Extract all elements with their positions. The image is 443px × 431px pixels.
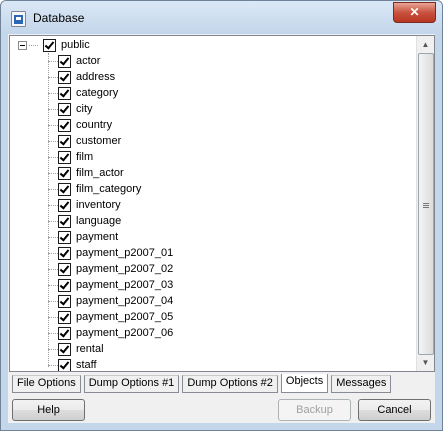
tree-item[interactable]: address — [58, 69, 115, 85]
grip-icon — [423, 203, 429, 204]
item-label: country — [76, 119, 113, 131]
tree-item[interactable]: language — [58, 213, 121, 229]
tree-root-row[interactable]: public — [14, 37, 90, 53]
vertical-scrollbar[interactable]: ▲ ▼ — [416, 36, 434, 371]
tree-connector-line — [48, 53, 49, 367]
tree-item[interactable]: payment_p2007_02 — [58, 261, 173, 277]
item-label: film_category — [76, 183, 142, 195]
scroll-down-icon[interactable]: ▼ — [417, 354, 434, 371]
item-label: payment — [76, 231, 119, 243]
tree-item[interactable]: inventory — [58, 197, 121, 213]
window-title: Database — [33, 11, 85, 25]
item-checkbox[interactable] — [58, 342, 71, 356]
tree-item[interactable]: city — [58, 101, 93, 117]
tab-dump-options-2[interactable]: Dump Options #2 — [182, 375, 278, 393]
item-label: address — [76, 71, 116, 83]
tab-objects[interactable]: Objects — [280, 374, 329, 393]
tree-item[interactable]: category — [58, 85, 118, 101]
tab-dump-options-1[interactable]: Dump Options #1 — [83, 375, 180, 393]
item-label: payment_p2007_05 — [76, 311, 174, 323]
tree-item[interactable]: film_actor — [58, 165, 124, 181]
tree-item[interactable]: staff — [58, 357, 97, 371]
item-label: staff — [76, 359, 97, 371]
tree-item[interactable]: payment_p2007_05 — [58, 309, 173, 325]
tree-item[interactable]: payment — [58, 229, 118, 245]
item-label: customer — [76, 135, 122, 147]
tree-item[interactable]: actor — [58, 53, 100, 69]
title-bar: Database ✕ — [1, 1, 442, 35]
tree-item[interactable]: payment_p2007_06 — [58, 325, 173, 341]
item-checkbox[interactable] — [58, 54, 71, 68]
root-checkbox[interactable] — [43, 38, 56, 52]
collapse-icon[interactable] — [18, 41, 27, 50]
item-checkbox[interactable] — [58, 182, 71, 196]
tree-list: public actor address category city country cu… — [10, 36, 415, 371]
tab-file-options[interactable]: File Options — [12, 375, 81, 393]
tree-item[interactable]: film_category — [58, 181, 141, 197]
item-label: payment_p2007_02 — [76, 263, 174, 275]
tree-item[interactable]: rental — [58, 341, 104, 357]
backup-button[interactable]: Backup — [278, 399, 351, 421]
item-checkbox[interactable] — [58, 118, 71, 132]
tree-item[interactable]: customer — [58, 133, 121, 149]
item-checkbox[interactable] — [58, 86, 71, 100]
item-checkbox[interactable] — [58, 262, 71, 276]
cancel-button[interactable]: Cancel — [358, 399, 431, 421]
tree-item[interactable]: film — [58, 149, 93, 165]
database-icon — [11, 11, 26, 27]
close-button[interactable]: ✕ — [393, 2, 436, 23]
item-checkbox[interactable] — [58, 102, 71, 116]
item-label: actor — [76, 55, 101, 67]
item-checkbox[interactable] — [58, 294, 71, 308]
item-checkbox[interactable] — [58, 246, 71, 260]
item-label: city — [76, 103, 93, 115]
tab-messages[interactable]: Messages — [331, 375, 392, 393]
objects-tree: public actor address category city country cu… — [9, 35, 435, 372]
item-label: payment_p2007_01 — [76, 247, 174, 259]
item-checkbox[interactable] — [58, 278, 71, 292]
item-label: category — [76, 87, 119, 99]
item-label: payment_p2007_04 — [76, 295, 174, 307]
tree-item[interactable]: payment_p2007_01 — [58, 245, 173, 261]
item-checkbox[interactable] — [58, 166, 71, 180]
item-label: payment_p2007_06 — [76, 327, 174, 339]
tree-item[interactable]: payment_p2007_03 — [58, 277, 173, 293]
item-checkbox[interactable] — [58, 134, 71, 148]
tree-item[interactable]: payment_p2007_04 — [58, 293, 173, 309]
close-icon: ✕ — [409, 5, 420, 19]
dialog-client-area: public actor address category city country cu… — [8, 34, 435, 423]
tree-connector-line — [29, 45, 38, 46]
item-label: payment_p2007_03 — [76, 279, 174, 291]
item-label: inventory — [76, 199, 121, 211]
scroll-thumb[interactable] — [418, 53, 434, 355]
item-checkbox[interactable] — [58, 198, 71, 212]
item-label: language — [76, 215, 122, 227]
item-checkbox[interactable] — [58, 70, 71, 84]
tab-strip: File Options Dump Options #1 Dump Options … — [12, 374, 394, 393]
database-dialog: Database ✕ public actor address category ci… — [0, 0, 443, 431]
item-checkbox[interactable] — [58, 150, 71, 164]
item-checkbox[interactable] — [58, 214, 71, 228]
item-checkbox[interactable] — [58, 326, 71, 340]
item-label: rental — [76, 343, 104, 355]
help-button[interactable]: Help — [12, 399, 85, 421]
item-checkbox[interactable] — [58, 230, 71, 244]
item-label: film_actor — [76, 167, 124, 179]
scroll-up-icon[interactable]: ▲ — [417, 36, 434, 53]
tree-item[interactable]: country — [58, 117, 112, 133]
root-label: public — [61, 39, 90, 51]
item-checkbox[interactable] — [58, 358, 71, 371]
item-label: film — [76, 151, 94, 163]
item-checkbox[interactable] — [58, 310, 71, 324]
